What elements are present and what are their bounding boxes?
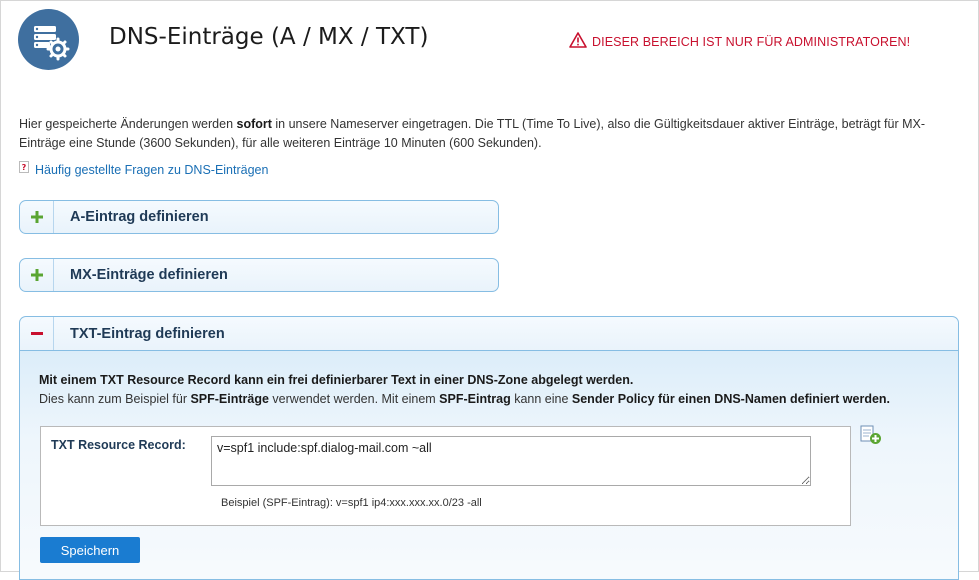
accordion-txt-record[interactable]: TXT-Eintrag definieren bbox=[19, 316, 959, 351]
admin-warning-text: DIESER BEREICH IST NUR FÜR ADMINISTRATOR… bbox=[592, 34, 911, 49]
faq-link-text[interactable]: Häufig gestellte Fragen zu DNS-Einträgen bbox=[35, 163, 268, 177]
plus-icon[interactable] bbox=[20, 259, 54, 291]
accordion-mx-record[interactable]: MX-Einträge definieren bbox=[19, 258, 499, 292]
txt-record-input[interactable] bbox=[211, 436, 811, 486]
page-title: DNS-Einträge (A / MX / TXT) bbox=[109, 24, 429, 50]
minus-icon[interactable] bbox=[20, 317, 54, 351]
save-button[interactable]: Speichern bbox=[40, 537, 140, 563]
plus-icon[interactable] bbox=[20, 201, 54, 233]
accordion-a-record-label: A-Eintrag definieren bbox=[70, 209, 209, 225]
warning-triangle-icon bbox=[569, 32, 587, 51]
help-icon: ? bbox=[19, 161, 29, 173]
txt-record-label: TXT Resource Record: bbox=[51, 438, 186, 452]
accordion-mx-record-label: MX-Einträge definieren bbox=[70, 267, 228, 283]
spf-example-hint: Beispiel (SPF-Eintrag): v=spf1 ip4:xxx.x… bbox=[221, 497, 482, 509]
accordion-a-record[interactable]: A-Eintrag definieren bbox=[19, 200, 499, 234]
add-row-icon[interactable] bbox=[860, 425, 882, 445]
accordion-txt-record-label: TXT-Eintrag definieren bbox=[70, 326, 225, 342]
server-settings-icon bbox=[18, 9, 79, 70]
txt-record-row: TXT Resource Record: Beispiel (SPF-Eintr… bbox=[40, 426, 851, 526]
svg-text:?: ? bbox=[22, 163, 27, 172]
txt-description-line2: Dies kann zum Beispiel für SPF-Einträge … bbox=[39, 392, 891, 406]
txt-description-line1: Mit einem TXT Resource Record kann ein f… bbox=[39, 373, 634, 387]
faq-link[interactable]: ? Häufig gestellte Fragen zu DNS-Einträg… bbox=[19, 161, 268, 177]
intro-text: Hier gespeicherte Änderungen werden sofo… bbox=[19, 117, 925, 150]
txt-record-panel: Mit einem TXT Resource Record kann ein f… bbox=[19, 350, 959, 580]
admin-warning: DIESER BEREICH IST NUR FÜR ADMINISTRATOR… bbox=[569, 32, 910, 51]
